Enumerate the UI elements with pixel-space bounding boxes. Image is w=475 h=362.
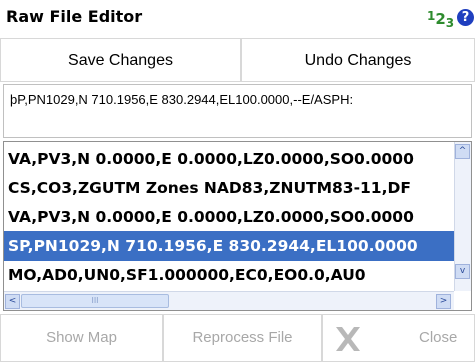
chevron-right-icon: > (439, 296, 448, 306)
show-map-button[interactable]: Show Map (0, 314, 163, 362)
record-edit-field[interactable]: þP,PN1029,N 710.1956,E 830.2944,EL100.00… (3, 84, 472, 138)
help-icon[interactable]: ? (457, 9, 474, 26)
list-item[interactable]: VA,PV3,N 0.0000,E 0.0000,LZ0.0000,SO0.00… (4, 144, 454, 174)
raw-record-list[interactable]: VA,PV3,N 0.0000,E 0.0000,LZ0.0000,SO0.00… (3, 141, 472, 311)
horizontal-scrollbar[interactable]: < III > (4, 291, 454, 310)
list-item[interactable]: VA,PV3,N 0.0000,E 0.0000,LZ0.0000,SO0.00… (4, 202, 454, 232)
scroll-down-button[interactable]: v (455, 264, 470, 279)
undo-changes-button[interactable]: Undo Changes (241, 38, 475, 82)
scroll-right-button[interactable]: > (436, 294, 451, 309)
list-item[interactable]: MO,AD0,UN0,SF1.000000,EC0,EO0.0,AU0 (4, 260, 454, 290)
title-bar: Raw File Editor 123 ? (0, 0, 475, 33)
scroll-left-button[interactable]: < (5, 294, 20, 309)
window-title: Raw File Editor (6, 7, 143, 26)
close-button[interactable]: Close (322, 314, 475, 362)
scroll-thumb[interactable]: III (21, 294, 169, 308)
chevron-left-icon: < (8, 296, 17, 306)
close-label: Close (419, 329, 458, 346)
vertical-scrollbar[interactable]: ^ v (454, 142, 471, 291)
chevron-up-icon: ^ (458, 146, 467, 156)
scroll-up-button[interactable]: ^ (455, 144, 470, 159)
save-changes-button[interactable]: Save Changes (0, 38, 241, 82)
list-item-selected[interactable]: SP,PN1029,N 710.1956,E 830.2944,EL100.00… (4, 231, 454, 261)
numeric-input-icon[interactable]: 123 (427, 9, 454, 30)
close-icon (336, 327, 360, 351)
list-item[interactable]: CS,CO3,ZGUTM Zones NAD83,ZNUTM83-11,DF (4, 173, 454, 203)
record-edit-text: þP,PN1029,N 710.1956,E 830.2944,EL100.00… (10, 92, 354, 107)
chevron-down-icon: v (459, 266, 466, 276)
reprocess-file-button[interactable]: Reprocess File (163, 314, 322, 362)
